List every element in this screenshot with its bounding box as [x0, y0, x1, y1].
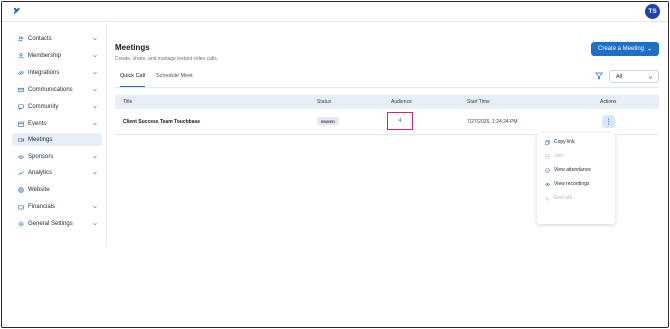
chevron-down-icon [92, 221, 98, 227]
sidebar-item-communications[interactable]: Communications [12, 83, 102, 96]
sidebar-item-integrations[interactable]: Integrations [12, 66, 102, 79]
create-meeting-label: Create a Meeting [597, 46, 645, 52]
status-badge: ENDED [317, 117, 340, 125]
mail-icon [18, 87, 24, 93]
sidebar-item-website[interactable]: Website [12, 183, 102, 196]
sidebar-item-financials[interactable]: Financials [12, 200, 102, 213]
copy-icon [545, 139, 550, 145]
app-window: TS Contacts Membership Integrations Comm… [1, 1, 669, 328]
status-filter-select[interactable]: All [609, 70, 659, 83]
sidebar-item-label: Communications [28, 86, 73, 93]
chevron-down-icon [92, 87, 98, 93]
chevron-down-icon [92, 36, 98, 42]
filter-icon[interactable] [595, 72, 603, 80]
menu-item-end-call[interactable]: End call [545, 194, 572, 202]
person-icon [18, 52, 24, 59]
chevron-down-icon [92, 154, 98, 160]
menu-item-view-recordings[interactable]: View recordings [545, 180, 589, 188]
sidebar-item-label: Website [28, 186, 50, 193]
page-subtitle: Create, share, and manage instant video … [115, 56, 219, 62]
chevron-down-icon [648, 48, 652, 51]
sidebar-item-community[interactable]: Community [12, 100, 102, 113]
sidebar-item-label: Events [28, 120, 47, 127]
sidebar-item-label: Financials [28, 203, 56, 210]
wallet-icon [18, 204, 24, 210]
column-header-title: Title [123, 99, 133, 105]
sidebar-item-label: Membership [28, 52, 62, 59]
column-header-start-time: Start Time [467, 99, 490, 105]
sidebar-item-label: Integrations [28, 69, 60, 76]
check-circle-icon [545, 167, 550, 173]
sidebar-item-meetings[interactable]: Meetings [12, 133, 102, 146]
join-icon [545, 153, 550, 159]
menu-item-label: View recordings [554, 181, 590, 187]
phone-off-icon [545, 196, 550, 201]
chevron-down-icon [648, 76, 653, 79]
chevron-down-icon [92, 170, 98, 176]
globe-icon [18, 186, 24, 193]
column-header-audience: Audience [391, 99, 412, 105]
menu-item-label: Join [554, 153, 564, 159]
sidebar: Contacts Membership Integrations Communi… [2, 23, 107, 245]
chart-icon [18, 170, 24, 176]
sidebar-item-analytics[interactable]: Analytics [12, 166, 102, 179]
sidebar-item-contacts[interactable]: Contacts [12, 32, 102, 45]
sidebar-item-label: Sponsors [28, 153, 54, 160]
sidebar-item-label: General Settings [28, 220, 73, 227]
calendar-icon [18, 121, 24, 127]
eye-icon [545, 182, 550, 187]
video-icon [18, 137, 24, 143]
more-vertical-icon [607, 118, 610, 125]
actions-menu: Copy link Join View attendance View reco… [537, 133, 615, 224]
app-logo-icon[interactable] [12, 6, 22, 16]
chevron-down-icon [92, 70, 98, 76]
menu-item-label: End call [554, 195, 572, 201]
sidebar-item-label: Contacts [28, 35, 52, 42]
gear-icon [18, 220, 24, 227]
table-row[interactable]: Client Success Team Touchbase ENDED 4 7/… [115, 109, 659, 135]
meeting-title: Client Success Team Touchbase [123, 119, 201, 125]
sidebar-item-label: Analytics [28, 169, 53, 176]
menu-item-label: View attendance [554, 167, 591, 173]
chevron-down-icon [92, 104, 98, 110]
menu-item-view-attendance[interactable]: View attendance [545, 166, 591, 174]
chevron-down-icon [92, 53, 98, 59]
menu-item-label: Copy link [554, 139, 575, 145]
sidebar-item-events[interactable]: Events [12, 117, 102, 130]
column-header-actions: Actions [600, 99, 617, 105]
main-content: Meetings Create, share, and manage insta… [108, 23, 668, 323]
tab-schedule-meet[interactable]: Schedule Meet [156, 73, 193, 87]
table-header: Title Status Audience Start Time Actions [115, 95, 659, 109]
handshake-icon [18, 154, 24, 160]
users-icon [18, 35, 24, 42]
chevron-down-icon [92, 121, 98, 127]
menu-item-join[interactable]: Join [545, 152, 563, 160]
sidebar-item-general-settings[interactable]: General Settings [12, 217, 102, 230]
row-actions-button[interactable] [602, 115, 615, 128]
menu-item-copy-link[interactable]: Copy link [545, 138, 575, 146]
top-bar: TS [2, 2, 668, 22]
user-avatar[interactable]: TS [645, 4, 660, 19]
sidebar-item-label: Community [28, 103, 59, 110]
sidebar-item-sponsors[interactable]: Sponsors [12, 150, 102, 163]
sidebar-item-membership[interactable]: Membership [12, 49, 102, 62]
chat-icon [18, 104, 24, 110]
status-filter-value: All [616, 73, 623, 80]
audience-count-link[interactable]: 4 [387, 112, 413, 130]
link-icon [18, 70, 24, 76]
column-header-status: Status [317, 99, 332, 105]
sidebar-item-label: Meetings [28, 136, 53, 143]
tab-quick-call[interactable]: Quick Call [120, 73, 146, 87]
start-time: 7/27/2026, 1:24:24 PM [467, 119, 518, 125]
audience-count: 4 [398, 118, 402, 124]
tab-bar: Quick Call Schedule Meet [115, 69, 659, 88]
page-title: Meetings [115, 43, 150, 52]
chevron-down-icon [92, 204, 98, 210]
create-meeting-button[interactable]: Create a Meeting [591, 42, 659, 56]
